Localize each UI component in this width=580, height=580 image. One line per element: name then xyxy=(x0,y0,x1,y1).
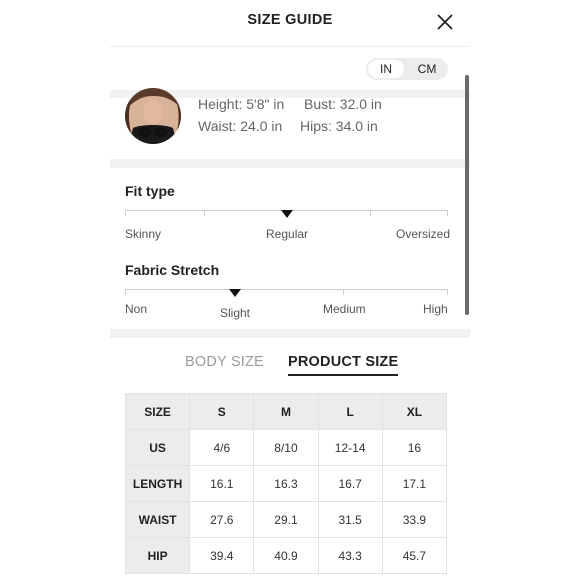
scale-tick xyxy=(343,289,344,295)
table-cell: 16 xyxy=(381,429,448,466)
size-guide-panel: SIZE GUIDE IN CM Height: 5'8" in Bust: 3… xyxy=(110,0,470,580)
size-table: SIZE S M L XL US 4/6 8/10 12-14 16 LENGT… xyxy=(124,393,448,574)
model-height: Height: 5'8" in xyxy=(198,96,285,112)
fit-type-label: Skinny xyxy=(125,227,162,241)
fit-type-label: Regular xyxy=(266,227,309,241)
model-hips: Hips: 34.0 in xyxy=(300,118,378,134)
unit-in-button[interactable]: IN xyxy=(368,60,404,78)
table-cell: 27.6 xyxy=(189,501,255,538)
fabric-stretch-title: Fabric Stretch xyxy=(125,262,220,278)
fabric-stretch-label: Medium xyxy=(323,302,366,316)
table-row: US 4/6 8/10 12-14 16 xyxy=(124,429,448,466)
table-header-cell: L xyxy=(317,393,383,430)
table-row: HIP 39.4 40.9 43.3 45.7 xyxy=(124,537,448,574)
unit-toggle[interactable]: IN CM xyxy=(366,58,448,80)
table-row: LENGTH 16.1 16.3 16.7 17.1 xyxy=(124,465,448,502)
fabric-stretch-track xyxy=(125,289,448,290)
table-cell: 12-14 xyxy=(317,429,383,466)
table-cell: 4/6 xyxy=(189,429,255,466)
divider xyxy=(110,159,470,168)
fabric-stretch-label: Non xyxy=(125,302,148,316)
fit-type-label: Oversized xyxy=(396,227,451,241)
close-icon[interactable] xyxy=(435,12,455,32)
table-cell: 17.1 xyxy=(381,465,448,502)
scrollbar[interactable] xyxy=(465,75,469,315)
table-cell: 45.7 xyxy=(381,537,448,574)
scale-tick xyxy=(447,289,448,295)
table-row-label: WAIST xyxy=(124,501,191,538)
tab-body-size[interactable]: BODY SIZE xyxy=(185,354,264,370)
table-header-cell: SIZE xyxy=(124,393,191,430)
unit-cm-button[interactable]: CM xyxy=(408,60,446,78)
table-cell: 31.5 xyxy=(317,501,383,538)
model-bust: Bust: 32.0 in xyxy=(304,96,382,112)
divider xyxy=(110,329,470,338)
tab-product-size[interactable]: PRODUCT SIZE xyxy=(288,354,399,376)
table-cell: 43.3 xyxy=(317,537,383,574)
scale-tick xyxy=(447,210,448,216)
table-row-label: HIP xyxy=(124,537,191,574)
header: SIZE GUIDE xyxy=(110,0,470,47)
fabric-stretch-label: High xyxy=(423,302,448,316)
table-header-cell: S xyxy=(189,393,255,430)
scale-tick xyxy=(204,210,205,216)
model-waist: Waist: 24.0 in xyxy=(198,118,283,134)
fabric-stretch-marker xyxy=(229,289,241,297)
table-row-label: US xyxy=(124,429,191,466)
table-header-cell: M xyxy=(253,393,319,430)
scale-tick xyxy=(125,210,126,216)
table-cell: 29.1 xyxy=(253,501,319,538)
table-header-cell: XL xyxy=(381,393,448,430)
fit-type-title: Fit type xyxy=(125,183,175,199)
table-cell: 33.9 xyxy=(381,501,448,538)
table-cell: 16.3 xyxy=(253,465,319,502)
table-cell: 39.4 xyxy=(189,537,255,574)
table-cell: 40.9 xyxy=(253,537,319,574)
fit-type-marker xyxy=(281,210,293,218)
fabric-stretch-label: Slight xyxy=(220,306,251,320)
scale-tick xyxy=(125,289,126,295)
table-header-row: SIZE S M L XL xyxy=(124,393,448,430)
table-cell: 16.1 xyxy=(189,465,255,502)
model-avatar xyxy=(125,88,181,144)
table-cell: 8/10 xyxy=(253,429,319,466)
page-title: SIZE GUIDE xyxy=(247,12,333,28)
scale-tick xyxy=(370,210,371,216)
table-row: WAIST 27.6 29.1 31.5 33.9 xyxy=(124,501,448,538)
table-row-label: LENGTH xyxy=(124,465,191,502)
table-cell: 16.7 xyxy=(317,465,383,502)
